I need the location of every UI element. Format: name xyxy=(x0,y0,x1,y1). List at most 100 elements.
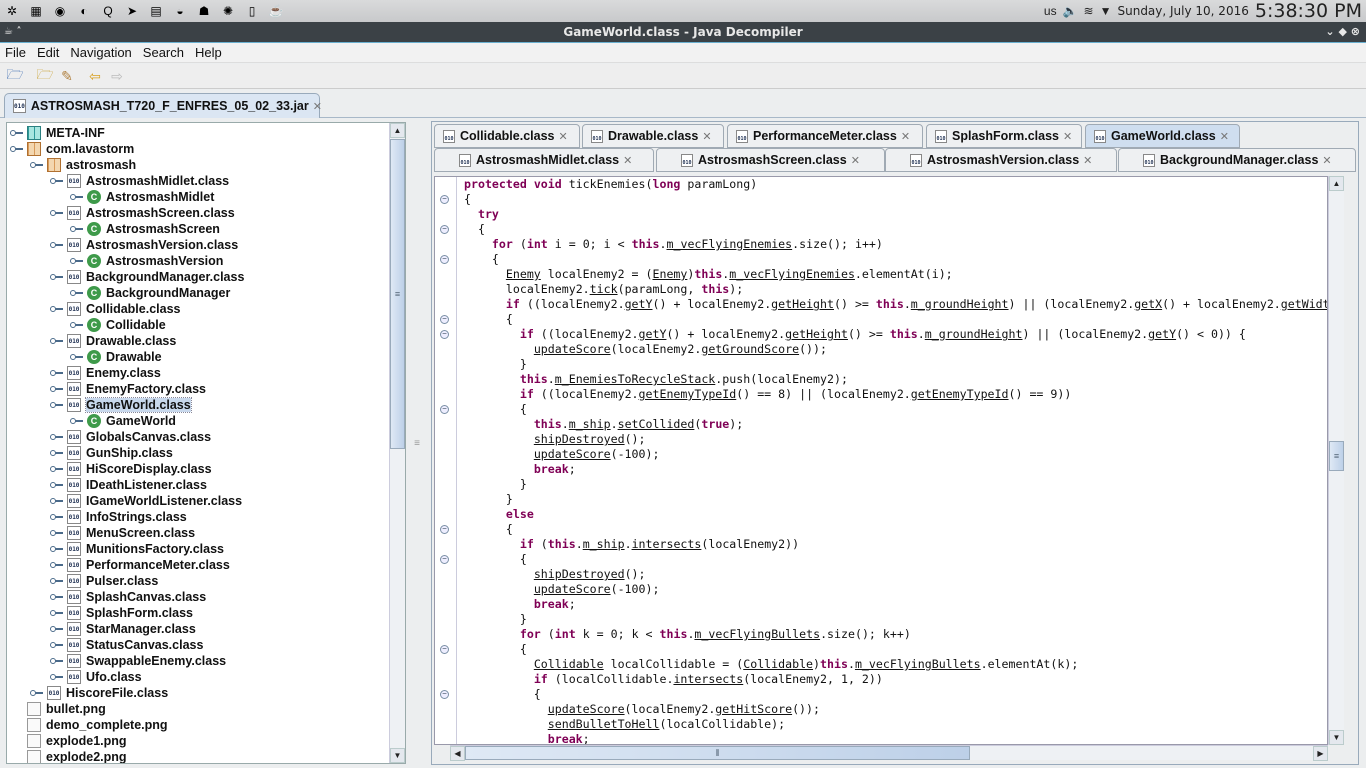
qt-creator-icon[interactable]: Q xyxy=(98,2,118,20)
expand-handle[interactable] xyxy=(50,386,63,392)
scroll-left-button[interactable]: ◀ xyxy=(450,746,465,761)
tree-item[interactable]: META-INF xyxy=(27,125,105,141)
editor-tab[interactable]: 010 GameWorld.class ✕ xyxy=(1085,124,1240,148)
telegram-icon[interactable]: ➤ xyxy=(122,2,142,20)
expand-handle[interactable] xyxy=(10,146,23,152)
scroll-up-button[interactable]: ▲ xyxy=(390,123,405,138)
tree-item[interactable]: astrosmash xyxy=(47,157,136,173)
editor-tab[interactable]: 010 Collidable.class ✕ xyxy=(434,124,580,148)
tree-scrollbar[interactable]: ▲ ≡ ▼ xyxy=(389,123,405,763)
close-tab-icon[interactable]: ✕ xyxy=(1220,130,1229,143)
expand-handle[interactable] xyxy=(70,354,83,360)
tree-item[interactable]: demo_complete.png xyxy=(27,717,168,733)
fold-collapse-icon[interactable]: − xyxy=(440,645,449,654)
scroll-thumb[interactable]: ≡ xyxy=(1329,441,1344,471)
tree-item[interactable]: bullet.png xyxy=(27,701,106,717)
expand-handle[interactable] xyxy=(50,370,63,376)
eclipse-icon[interactable]: ◒ xyxy=(170,2,190,20)
file-manager-icon[interactable]: ▤ xyxy=(146,2,166,20)
fold-collapse-icon[interactable]: − xyxy=(440,225,449,234)
scroll-up-button[interactable]: ▲ xyxy=(1329,176,1344,191)
tree-item[interactable]: C Drawable xyxy=(87,349,162,365)
orange-icon[interactable]: ✺ xyxy=(218,2,238,20)
expand-handle[interactable] xyxy=(50,466,63,472)
editor-tab[interactable]: 010 AstrosmashVersion.class ✕ xyxy=(885,148,1117,172)
expand-handle[interactable] xyxy=(50,306,63,312)
expand-handle[interactable] xyxy=(50,626,63,632)
scroll-thumb[interactable]: ≡ xyxy=(390,139,405,449)
code-vscrollbar[interactable]: ▲ ≡ ▼ xyxy=(1328,176,1344,745)
close-tab-icon[interactable]: ✕ xyxy=(1063,130,1072,143)
tree-item[interactable]: 010 HiscoreFile.class xyxy=(47,685,168,701)
tree-item[interactable]: 010 IDeathListener.class xyxy=(67,477,207,493)
tree-item[interactable]: 010 InfoStrings.class xyxy=(67,509,187,525)
tree-item[interactable]: C AstrosmashScreen xyxy=(87,221,220,237)
back-arrow-icon[interactable]: ⇦ xyxy=(84,66,106,86)
clock[interactable]: 5:38:30 PM xyxy=(1255,0,1362,22)
scroll-down-button[interactable]: ▼ xyxy=(390,748,405,763)
close-tab-icon[interactable]: ✕ xyxy=(623,154,632,167)
expand-handle[interactable] xyxy=(50,578,63,584)
expand-handle[interactable] xyxy=(30,162,43,168)
expand-handle[interactable] xyxy=(70,194,83,200)
expand-handle[interactable] xyxy=(70,290,83,296)
close-tab-icon[interactable]: ✕ xyxy=(558,130,567,143)
maximize-icon[interactable]: ◆ xyxy=(1338,25,1346,38)
editor-tab[interactable]: 010 PerformanceMeter.class ✕ xyxy=(727,124,923,148)
keyboard-layout[interactable]: us xyxy=(1044,4,1057,18)
expand-handle[interactable] xyxy=(70,322,83,328)
tree-item[interactable]: com.lavastorm xyxy=(27,141,134,157)
tree-item[interactable]: 010 AstrosmashScreen.class xyxy=(67,205,235,221)
expand-handle[interactable] xyxy=(50,546,63,552)
chrome-icon[interactable]: ◉ xyxy=(50,2,70,20)
code-view[interactable]: − − − − − − − − − − protected void tickEnemies(lo… xyxy=(434,176,1328,745)
expand-handle[interactable] xyxy=(50,450,63,456)
tree-item[interactable]: C GameWorld xyxy=(87,413,176,429)
tree-item[interactable]: 010 AstrosmashMidlet.class xyxy=(67,173,229,189)
close-tab-icon[interactable]: ✕ xyxy=(1083,154,1092,167)
expand-handle[interactable] xyxy=(50,642,63,648)
close-tab-icon[interactable]: ✕ xyxy=(901,130,910,143)
fold-collapse-icon[interactable]: − xyxy=(440,405,449,414)
split-pane-divider[interactable]: ≡ xyxy=(408,122,426,764)
expand-handle[interactable] xyxy=(50,514,63,520)
expand-handle[interactable] xyxy=(50,178,63,184)
editor-tab[interactable]: 010 SplashForm.class ✕ xyxy=(926,124,1082,148)
android-icon[interactable]: ☗ xyxy=(194,2,214,20)
scroll-down-button[interactable]: ▼ xyxy=(1329,730,1344,745)
thunderbird-icon[interactable]: ◐ xyxy=(74,2,94,20)
expand-handle[interactable] xyxy=(50,658,63,664)
editor-tab[interactable]: 010 AstrosmashScreen.class ✕ xyxy=(656,148,885,172)
code-hscrollbar[interactable]: ◀ ⦀ ▶ xyxy=(450,745,1328,761)
tree-item[interactable]: 010 GameWorld.class xyxy=(67,397,192,413)
window-menu-icon[interactable]: ☕ ˄ xyxy=(4,22,21,42)
tree-item[interactable]: 010 IGameWorldListener.class xyxy=(67,493,242,509)
tree-item[interactable]: 010 MunitionsFactory.class xyxy=(67,541,224,557)
tray-expand-icon[interactable]: ▼ xyxy=(1100,4,1112,18)
kde-menu-icon[interactable]: ✲ xyxy=(2,2,22,20)
tree-item[interactable]: 010 Collidable.class xyxy=(67,301,180,317)
close-icon[interactable]: ⊗ xyxy=(1351,25,1360,38)
expand-handle[interactable] xyxy=(50,338,63,344)
editor-tab[interactable]: 010 Drawable.class ✕ xyxy=(582,124,724,148)
forward-arrow-icon[interactable]: ⇨ xyxy=(106,66,128,86)
desktop-icon[interactable]: ▦ xyxy=(26,2,46,20)
close-tab-icon[interactable]: ✕ xyxy=(702,130,711,143)
tree-item[interactable]: 010 Pulser.class xyxy=(67,573,158,589)
tree-item[interactable]: 010 GlobalsCanvas.class xyxy=(67,429,211,445)
fold-collapse-icon[interactable]: − xyxy=(440,195,449,204)
fold-collapse-icon[interactable]: − xyxy=(440,555,449,564)
search-icon[interactable]: ✎ xyxy=(56,66,78,86)
tree-item[interactable]: 010 PerformanceMeter.class xyxy=(67,557,230,573)
tree-item[interactable]: 010 StarManager.class xyxy=(67,621,196,637)
expand-handle[interactable] xyxy=(30,690,43,696)
expand-handle[interactable] xyxy=(50,530,63,536)
minimize-icon[interactable]: ⌄ xyxy=(1325,25,1334,38)
menu-edit[interactable]: Edit xyxy=(37,45,59,60)
expand-handle[interactable] xyxy=(50,210,63,216)
expand-handle[interactable] xyxy=(50,562,63,568)
expand-handle[interactable] xyxy=(70,418,83,424)
java-decompiler-icon[interactable]: ☕ xyxy=(266,2,286,20)
tab-jar[interactable]: 010 ASTROSMASH_T720_F_ENFRES_05_02_33.ja… xyxy=(4,93,322,118)
expand-handle[interactable] xyxy=(50,610,63,616)
